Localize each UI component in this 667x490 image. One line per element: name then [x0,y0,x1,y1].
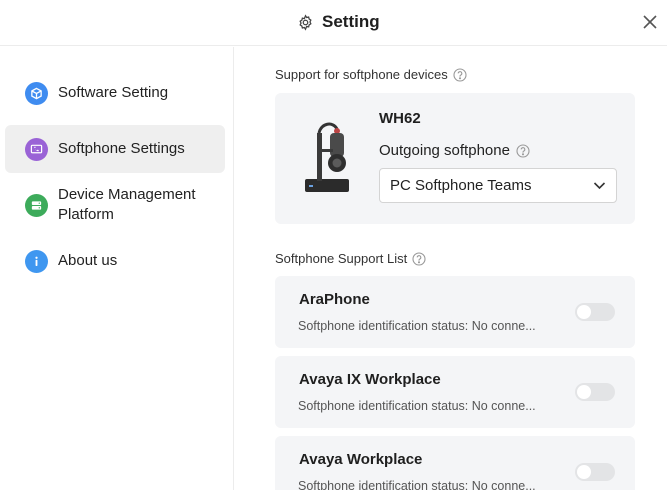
softphone-status: Softphone identification status: No conn… [298,319,536,333]
support-list-heading: Softphone Support List [275,251,426,266]
sidebar-item-about-us[interactable]: About us [5,237,225,285]
softphone-status: Softphone identification status: No conn… [298,479,536,490]
softphone-name: Avaya Workplace [299,451,423,468]
softphone-icon [25,137,48,161]
cube-icon [25,81,48,105]
close-icon[interactable] [641,13,659,31]
softphone-status: Softphone identification status: No conn… [298,399,536,413]
softphone-card-araphone: AraPhone Softphone identification status… [275,276,635,348]
outgoing-softphone-select[interactable]: PC Softphone Teams [379,168,617,203]
title-bar: Setting [0,0,667,46]
sidebar-item-label: Softphone Settings [58,140,185,157]
toggle-knob [577,305,591,319]
sidebar-item-label: About us [58,252,118,269]
help-icon[interactable] [453,67,467,82]
toggle-knob [577,385,591,399]
sidebar: Software Setting Softphone Settings Devi… [0,47,234,490]
help-icon[interactable] [412,251,426,266]
softphone-card-avaya-workplace: Avaya Workplace Softphone identification… [275,436,635,490]
toggle-knob [577,465,591,479]
headset-base-icon [305,122,349,192]
section-title-text: Softphone Support List [275,251,408,266]
device-name: WH62 [379,110,421,127]
softphone-name: Avaya IX Workplace [299,371,441,388]
sidebar-item-device-management-platform[interactable]: Device Management Platform [5,177,225,233]
sidebar-item-label: Device Management Platform [58,186,196,223]
softphone-toggle[interactable] [575,383,615,401]
sidebar-item-software-setting[interactable]: Software Setting [5,69,225,117]
server-icon [25,193,48,217]
softphone-toggle[interactable] [575,463,615,481]
main-panel: Support for softphone devices WH62 Outgo… [235,47,667,490]
window-title-group: Setting [297,11,380,33]
gear-icon [299,13,312,31]
help-icon[interactable] [516,143,530,158]
softphone-toggle[interactable] [575,303,615,321]
chevron-down-icon [593,182,606,190]
select-value: PC Softphone Teams [390,177,532,194]
softphone-name: AraPhone [299,291,370,308]
info-icon [25,249,48,273]
outgoing-softphone-label: Outgoing softphone [379,142,510,159]
device-card: WH62 Outgoing softphone PC Softphone Tea… [275,93,635,224]
support-devices-heading: Support for softphone devices [275,67,467,82]
sidebar-item-label: Software Setting [58,84,169,101]
sidebar-item-softphone-settings[interactable]: Softphone Settings [5,125,225,173]
window-title: Setting [322,12,380,31]
softphone-card-avaya-ix-workplace: Avaya IX Workplace Softphone identificat… [275,356,635,428]
outgoing-softphone-label-row: Outgoing softphone [379,142,530,159]
section-title-text: Support for softphone devices [275,67,448,82]
